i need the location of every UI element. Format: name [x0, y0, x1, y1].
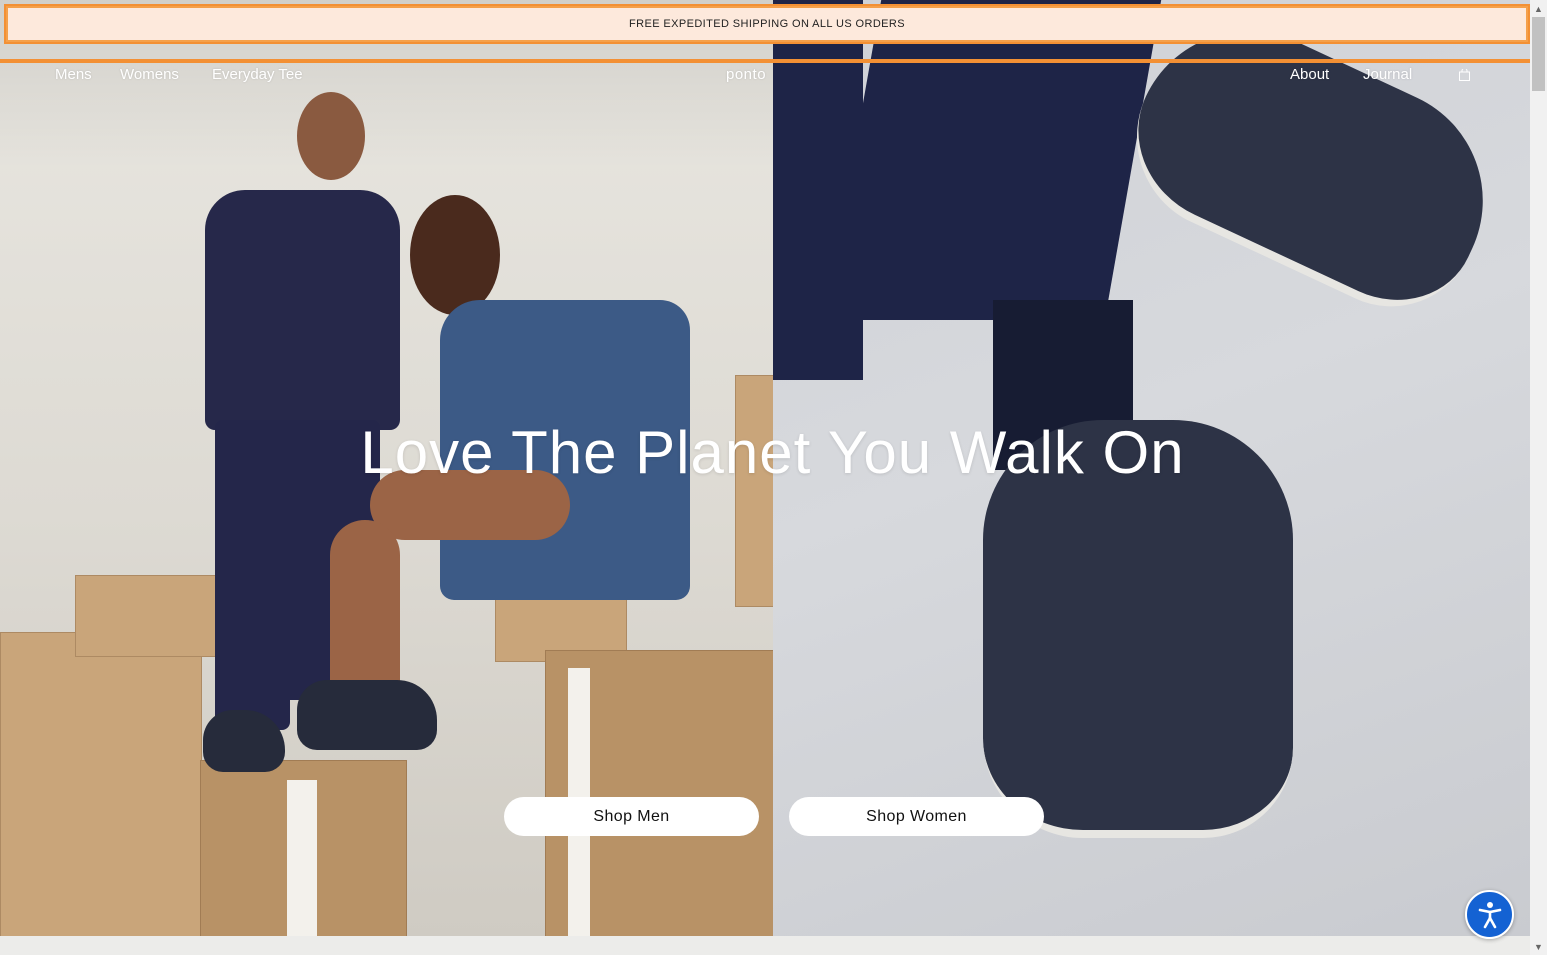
accessibility-button[interactable]	[1465, 890, 1514, 939]
shop-men-button[interactable]: Shop Men	[504, 797, 759, 836]
announcement-text: FREE EXPEDITED SHIPPING ON ALL US ORDERS	[629, 18, 905, 30]
cardboard-box	[735, 375, 775, 607]
trouser-leg	[824, 0, 1162, 320]
trouser-leg	[773, 0, 863, 380]
shoe	[297, 680, 437, 750]
site-header: Mens Womens Everyday Tee ponto About Jou…	[0, 62, 1530, 88]
site-logo[interactable]: ponto	[726, 66, 766, 83]
nav-link-mens[interactable]: Mens	[55, 66, 92, 83]
announcement-bar: FREE EXPEDITED SHIPPING ON ALL US ORDERS	[4, 4, 1530, 44]
person-head	[297, 92, 365, 180]
nav-link-womens[interactable]: Womens	[120, 66, 179, 83]
page-viewport: FREE EXPEDITED SHIPPING ON ALL US ORDERS…	[0, 0, 1530, 955]
nav-link-journal[interactable]: Journal	[1363, 66, 1412, 83]
hero-headline: Love The Planet You Walk On	[360, 419, 1185, 486]
cardboard-box	[0, 632, 202, 936]
page-bottom-strip	[0, 936, 1530, 955]
page-scrollbar[interactable]: ▲ ▼	[1530, 0, 1547, 955]
person-head	[410, 195, 500, 315]
scroll-down-arrow-icon[interactable]: ▼	[1530, 938, 1547, 955]
shoe	[1105, 0, 1521, 335]
nav-link-about[interactable]: About	[1290, 66, 1329, 83]
shopping-bag-icon[interactable]	[1459, 67, 1470, 81]
accessibility-icon	[1478, 901, 1501, 928]
nav-link-everyday-tee[interactable]: Everyday Tee	[212, 66, 303, 83]
person-sweater	[205, 190, 400, 430]
scrollbar-thumb[interactable]	[1532, 17, 1545, 91]
scroll-up-arrow-icon[interactable]: ▲	[1530, 0, 1547, 17]
shop-women-button[interactable]: Shop Women	[789, 797, 1044, 836]
packing-tape	[287, 780, 317, 936]
